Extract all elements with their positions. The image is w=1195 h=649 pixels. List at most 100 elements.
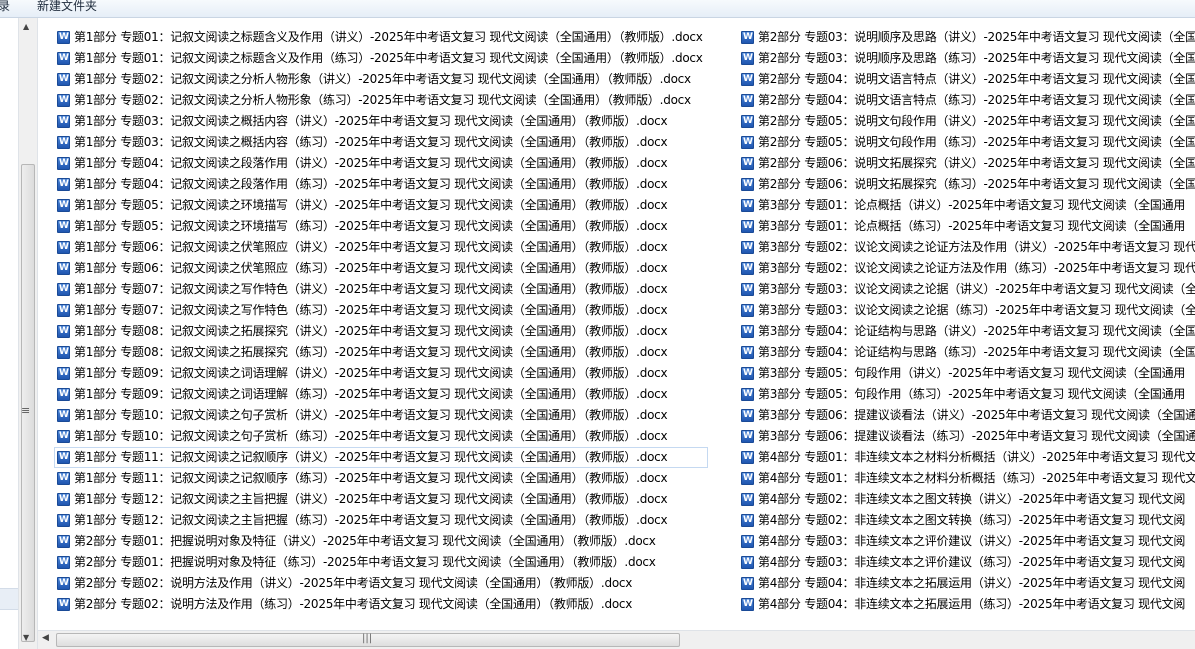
file-item[interactable]: 第2部分 专题04：说明文语言特点（练习）-2025年中考语文复习 现代文阅读（… (738, 90, 1195, 111)
pane-splitter[interactable]: ▲ ≡ ▼ (18, 18, 38, 649)
scroll-grip-icon: ||| (362, 633, 373, 644)
file-item[interactable]: 第1部分 专题03：记叙文阅读之概括内容（讲义）-2025年中考语文复习 现代文… (54, 111, 708, 132)
file-item[interactable]: 第1部分 专题05：记叙文阅读之环境描写（讲义）-2025年中考语文复习 现代文… (54, 195, 708, 216)
file-item[interactable]: 第2部分 专题03：说明顺序及思路（讲义）-2025年中考语文复习 现代文阅读（… (738, 27, 1195, 48)
file-item[interactable]: 第3部分 专题03：议论文阅读之论据（练习）-2025年中考语文复习 现代文阅读… (738, 300, 1195, 321)
word-doc-icon (57, 136, 70, 149)
file-item[interactable]: 第1部分 专题02：记叙文阅读之分析人物形象（练习）-2025年中考语文复习 现… (54, 90, 708, 111)
file-item[interactable]: 第1部分 专题04：记叙文阅读之段落作用（讲义）-2025年中考语文复习 现代文… (54, 153, 708, 174)
file-item[interactable]: 第2部分 专题05：说明文句段作用（讲义）-2025年中考语文复习 现代文阅读（… (738, 111, 1195, 132)
file-item[interactable]: 第1部分 专题12：记叙文阅读之主旨把握（练习）-2025年中考语文复习 现代文… (54, 510, 708, 531)
nav-scroll-up-arrow[interactable]: ▲ (23, 22, 29, 31)
file-item[interactable]: 第4部分 专题04：非连续文本之拓展运用（讲义）-2025年中考语文复习 现代文… (738, 573, 1195, 594)
file-item[interactable]: 第3部分 专题05：句段作用（练习）-2025年中考语文复习 现代文阅读（全国通… (738, 384, 1195, 405)
word-doc-icon (57, 304, 70, 317)
file-item[interactable]: 第1部分 专题12：记叙文阅读之主旨把握（讲义）-2025年中考语文复习 现代文… (54, 489, 708, 510)
file-item[interactable]: 第3部分 专题04：论证结构与思路（讲义）-2025年中考语文复习 现代文阅读（… (738, 321, 1195, 342)
file-item[interactable]: 第1部分 专题06：记叙文阅读之伏笔照应（练习）-2025年中考语文复习 现代文… (54, 258, 708, 279)
file-name: 第2部分 专题06：说明文拓展探究（讲义）-2025年中考语文复习 现代文阅读（… (758, 156, 1195, 170)
file-name: 第2部分 专题04：说明文语言特点（讲义）-2025年中考语文复习 现代文阅读（… (758, 72, 1195, 86)
nav-scroll-thumb[interactable] (21, 164, 35, 642)
file-item[interactable]: 第2部分 专题01：把握说明对象及特征（练习）-2025年中考语文复习 现代文阅… (54, 552, 708, 573)
word-doc-icon (741, 178, 754, 191)
file-item[interactable]: 第2部分 专题03：说明顺序及思路（练习）-2025年中考语文复习 现代文阅读（… (738, 48, 1195, 69)
file-item[interactable]: 第1部分 专题07：记叙文阅读之写作特色（讲义）-2025年中考语文复习 现代文… (54, 279, 708, 300)
file-item[interactable]: 第1部分 专题09：记叙文阅读之词语理解（练习）-2025年中考语文复习 现代文… (54, 384, 708, 405)
file-name: 第2部分 专题04：说明文语言特点（练习）-2025年中考语文复习 现代文阅读（… (758, 93, 1195, 107)
word-doc-icon (57, 157, 70, 170)
file-item[interactable]: 第3部分 专题04：论证结构与思路（练习）-2025年中考语文复习 现代文阅读（… (738, 342, 1195, 363)
file-item[interactable]: 第3部分 专题05：句段作用（讲义）-2025年中考语文复习 现代文阅读（全国通… (738, 363, 1195, 384)
file-item[interactable]: 第4部分 专题03：非连续文本之评价建议（练习）-2025年中考语文复习 现代文… (738, 552, 1195, 573)
word-doc-icon (57, 577, 70, 590)
file-name: 第2部分 专题05：说明文句段作用（讲义）-2025年中考语文复习 现代文阅读（… (758, 114, 1195, 128)
file-item[interactable]: 第2部分 专题06：说明文拓展探究（讲义）-2025年中考语文复习 现代文阅读（… (738, 153, 1195, 174)
word-doc-icon (741, 493, 754, 506)
file-item[interactable]: 第1部分 专题06：记叙文阅读之伏笔照应（讲义）-2025年中考语文复习 现代文… (54, 237, 708, 258)
file-item[interactable]: 第1部分 专题04：记叙文阅读之段落作用（练习）-2025年中考语文复习 现代文… (54, 174, 708, 195)
file-name: 第2部分 专题01：把握说明对象及特征（讲义）-2025年中考语文复习 现代文阅… (74, 534, 656, 548)
word-doc-icon (741, 367, 754, 380)
file-item[interactable]: 第1部分 专题03：记叙文阅读之概括内容（练习）-2025年中考语文复习 现代文… (54, 132, 708, 153)
file-name: 第3部分 专题01：论点概括（讲义）-2025年中考语文复习 现代文阅读（全国通… (758, 198, 1186, 212)
file-item[interactable]: 第3部分 专题06：提建议谈看法（讲义）-2025年中考语文复习 现代文阅读（全… (738, 405, 1195, 426)
file-name: 第3部分 专题05：句段作用（讲义）-2025年中考语文复习 现代文阅读（全国通… (758, 366, 1186, 380)
nav-scroll-down-arrow[interactable]: ▼ (23, 633, 29, 642)
file-item[interactable]: 第1部分 专题02：记叙文阅读之分析人物形象（讲义）-2025年中考语文复习 现… (54, 69, 708, 90)
file-name: 第4部分 专题03：非连续文本之评价建议（练习）-2025年中考语文复习 现代文… (758, 555, 1186, 569)
file-name: 第3部分 专题02：议论文阅读之论证方法及作用（讲义）-2025年中考语文复习 … (758, 240, 1195, 254)
file-item[interactable]: 第1部分 专题08：记叙文阅读之拓展探究（练习）-2025年中考语文复习 现代文… (54, 342, 708, 363)
file-name: 第1部分 专题01：记叙文阅读之标题含义及作用（练习）-2025年中考语文复习 … (74, 51, 703, 65)
word-doc-icon (741, 598, 754, 611)
file-item[interactable]: 第4部分 专题03：非连续文本之评价建议（讲义）-2025年中考语文复习 现代文… (738, 531, 1195, 552)
file-item[interactable]: 第1部分 专题05：记叙文阅读之环境描写（练习）-2025年中考语文复习 现代文… (54, 216, 708, 237)
word-doc-icon (741, 94, 754, 107)
file-name: 第2部分 专题03：说明顺序及思路（讲义）-2025年中考语文复习 现代文阅读（… (758, 30, 1195, 44)
file-item[interactable]: 第4部分 专题01：非连续文本之材料分析概括（练习）-2025年中考语文复习 现… (738, 468, 1195, 489)
horizontal-scroll-thumb[interactable]: ||| (56, 633, 680, 647)
file-item[interactable]: 第1部分 专题10：记叙文阅读之句子赏析（讲义）-2025年中考语文复习 现代文… (54, 405, 708, 426)
file-item[interactable]: 第1部分 专题11：记叙文阅读之记叙顺序（练习）-2025年中考语文复习 现代文… (54, 468, 708, 489)
file-item[interactable]: 第2部分 专题02：说明方法及作用（讲义）-2025年中考语文复习 现代文阅读（… (54, 573, 708, 594)
file-item[interactable]: 第1部分 专题11：记叙文阅读之记叙顺序（讲义）-2025年中考语文复习 现代文… (54, 447, 708, 468)
file-item[interactable]: 第2部分 专题06：说明文拓展探究（练习）-2025年中考语文复习 现代文阅读（… (738, 174, 1195, 195)
splitter-grip-icon[interactable]: ≡ (21, 404, 30, 417)
file-item[interactable]: 第1部分 专题09：记叙文阅读之词语理解（讲义）-2025年中考语文复习 现代文… (54, 363, 708, 384)
file-item[interactable]: 第3部分 专题02：议论文阅读之论证方法及作用（练习）-2025年中考语文复习 … (738, 258, 1195, 279)
word-doc-icon (57, 388, 70, 401)
file-item[interactable]: 第3部分 专题01：论点概括（讲义）-2025年中考语文复习 现代文阅读（全国通… (738, 195, 1195, 216)
file-item[interactable]: 第1部分 专题01：记叙文阅读之标题含义及作用（讲义）-2025年中考语文复习 … (54, 27, 708, 48)
scroll-left-arrow[interactable]: ◀ (42, 633, 49, 643)
file-name: 第4部分 专题04：非连续文本之拓展运用（讲义）-2025年中考语文复习 现代文… (758, 576, 1186, 590)
file-item[interactable]: 第2部分 专题01：把握说明对象及特征（讲义）-2025年中考语文复习 现代文阅… (54, 531, 708, 552)
file-item[interactable]: 第1部分 专题10：记叙文阅读之句子赏析（练习）-2025年中考语文复习 现代文… (54, 426, 708, 447)
nav-selected-item[interactable] (0, 588, 18, 610)
new-folder-button[interactable]: 新建文件夹 (37, 0, 97, 14)
file-item[interactable]: 第4部分 专题04：非连续文本之拓展运用（练习）-2025年中考语文复习 现代文… (738, 594, 1195, 615)
file-item[interactable]: 第1部分 专题07：记叙文阅读之写作特色（练习）-2025年中考语文复习 现代文… (54, 300, 708, 321)
word-doc-icon (57, 346, 70, 359)
file-item[interactable]: 第3部分 专题02：议论文阅读之论证方法及作用（讲义）-2025年中考语文复习 … (738, 237, 1195, 258)
horizontal-scrollbar[interactable]: ◀ ||| (38, 630, 1195, 649)
file-item[interactable]: 第3部分 专题03：议论文阅读之论据（讲义）-2025年中考语文复习 现代文阅读… (738, 279, 1195, 300)
file-item[interactable]: 第1部分 专题08：记叙文阅读之拓展探究（讲义）-2025年中考语文复习 现代文… (54, 321, 708, 342)
file-item[interactable]: 第4部分 专题02：非连续文本之图文转换（讲义）-2025年中考语文复习 现代文… (738, 489, 1195, 510)
file-item[interactable]: 第3部分 专题01：论点概括（练习）-2025年中考语文复习 现代文阅读（全国通… (738, 216, 1195, 237)
word-doc-icon (57, 115, 70, 128)
file-item[interactable]: 第4部分 专题01：非连续文本之材料分析概括（讲义）-2025年中考语文复习 现… (738, 447, 1195, 468)
file-name: 第4部分 专题01：非连续文本之材料分析概括（练习）-2025年中考语文复习 现… (758, 471, 1195, 485)
file-item[interactable]: 第2部分 专题04：说明文语言特点（讲义）-2025年中考语文复习 现代文阅读（… (738, 69, 1195, 90)
navigation-pane (0, 18, 18, 649)
file-name: 第1部分 专题05：记叙文阅读之环境描写（练习）-2025年中考语文复习 现代文… (74, 219, 668, 233)
word-doc-icon (57, 283, 70, 296)
file-name: 第1部分 专题10：记叙文阅读之句子赏析（练习）-2025年中考语文复习 现代文… (74, 429, 668, 443)
toolbar-left-item[interactable]: 录 (0, 0, 10, 14)
file-item[interactable]: 第3部分 专题06：提建议谈看法（练习）-2025年中考语文复习 现代文阅读（全… (738, 426, 1195, 447)
file-name: 第3部分 专题03：议论文阅读之论据（讲义）-2025年中考语文复习 现代文阅读… (758, 282, 1195, 296)
file-item[interactable]: 第4部分 专题02：非连续文本之图文转换（练习）-2025年中考语文复习 现代文… (738, 510, 1195, 531)
file-item[interactable]: 第2部分 专题02：说明方法及作用（练习）-2025年中考语文复习 现代文阅读（… (54, 594, 708, 615)
file-item[interactable]: 第1部分 专题01：记叙文阅读之标题含义及作用（练习）-2025年中考语文复习 … (54, 48, 708, 69)
word-doc-icon (741, 115, 754, 128)
file-item[interactable]: 第2部分 专题05：说明文句段作用（练习）-2025年中考语文复习 现代文阅读（… (738, 132, 1195, 153)
file-name: 第1部分 专题12：记叙文阅读之主旨把握（练习）-2025年中考语文复习 现代文… (74, 513, 668, 527)
